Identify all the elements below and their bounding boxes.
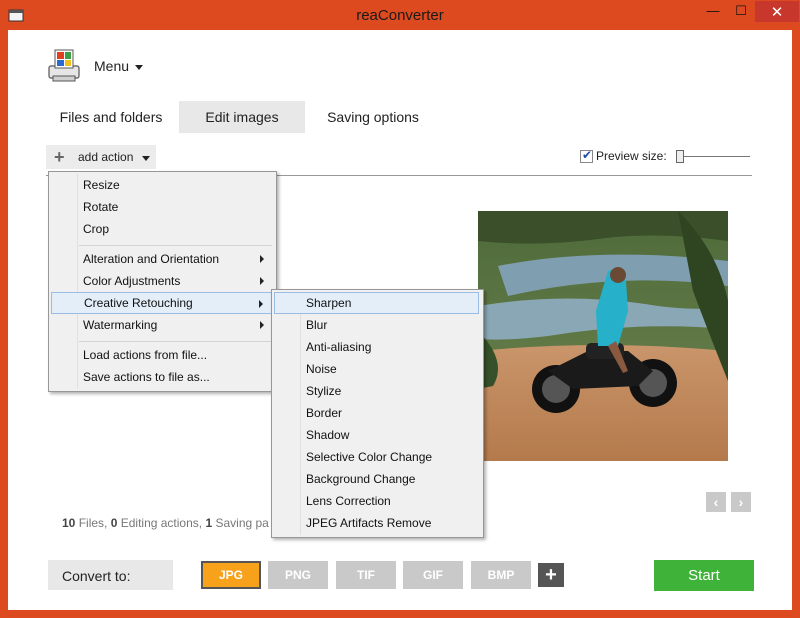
tab-edit-images[interactable]: Edit images bbox=[179, 101, 305, 133]
format-bmp-button[interactable]: BMP bbox=[471, 561, 531, 589]
submenu-item-sharpen[interactable]: Sharpen bbox=[274, 292, 479, 314]
tab-files-and-folders[interactable]: Files and folders bbox=[50, 101, 172, 133]
submenu-item-border[interactable]: Border bbox=[274, 402, 479, 424]
files-count: 10 bbox=[62, 516, 76, 530]
preview-size-checkbox[interactable]: ✔ bbox=[580, 148, 593, 163]
chevron-left-icon: ‹ bbox=[713, 494, 719, 510]
add-action-label: add action bbox=[78, 150, 134, 164]
menu-item-save-actions[interactable]: Save actions to file as... bbox=[51, 366, 272, 388]
submenu-item-noise[interactable]: Noise bbox=[274, 358, 479, 380]
submenu-item-blur[interactable]: Blur bbox=[274, 314, 479, 336]
menu-item-watermarking[interactable]: Watermarking bbox=[51, 314, 272, 336]
chevron-right-icon bbox=[260, 321, 264, 329]
format-jpg-button[interactable]: JPG bbox=[201, 561, 261, 589]
menu-item-label: Alteration and Orientation bbox=[83, 252, 220, 266]
plus-icon: + bbox=[54, 147, 65, 167]
checkmark-icon: ✔ bbox=[582, 148, 593, 162]
menu-separator bbox=[79, 341, 272, 342]
menu-item-color-adjustments[interactable]: Color Adjustments bbox=[51, 270, 272, 292]
submenu-item-lens-correction[interactable]: Lens Correction bbox=[274, 490, 479, 512]
tab-saving-options[interactable]: Saving options bbox=[311, 101, 435, 133]
menu-item-label: Watermarking bbox=[83, 318, 158, 332]
format-gif-button[interactable]: GIF bbox=[403, 561, 463, 589]
menu-label[interactable]: Menu bbox=[94, 58, 129, 74]
chevron-down-icon bbox=[135, 65, 143, 70]
maximize-button[interactable]: ☐ bbox=[727, 0, 755, 22]
minimize-icon: — bbox=[706, 3, 720, 18]
chevron-right-icon bbox=[260, 277, 264, 285]
menu-item-crop[interactable]: Crop bbox=[51, 218, 272, 240]
minimize-button[interactable]: — bbox=[699, 0, 727, 22]
menu-item-label: Creative Retouching bbox=[84, 296, 193, 310]
format-png-button[interactable]: PNG bbox=[268, 561, 328, 589]
actions-label: Editing actions, bbox=[117, 516, 206, 530]
printer-icon bbox=[48, 49, 80, 82]
format-tif-button[interactable]: TIF bbox=[336, 561, 396, 589]
menu-item-load-actions[interactable]: Load actions from file... bbox=[51, 344, 272, 366]
menu-item-label: Color Adjustments bbox=[83, 274, 181, 288]
chevron-right-icon: › bbox=[738, 494, 744, 510]
start-button[interactable]: Start bbox=[654, 560, 754, 591]
maximize-icon: ☐ bbox=[735, 3, 747, 18]
preview-size-slider[interactable] bbox=[680, 156, 750, 157]
menu-item-creative-retouching[interactable]: Creative Retouching bbox=[51, 292, 272, 314]
app-window: reaConverter — ☐ ✕ Menu Files and folder… bbox=[0, 0, 800, 618]
submenu-item-jpeg-artifacts-remove[interactable]: JPEG Artifacts Remove bbox=[274, 512, 479, 534]
status-summary: 10 Files, 0 Editing actions, 1 Saving pa bbox=[62, 516, 269, 530]
submenu-item-background-change[interactable]: Background Change bbox=[274, 468, 479, 490]
chevron-down-icon bbox=[142, 156, 150, 161]
close-icon: ✕ bbox=[770, 4, 784, 21]
preview-size-label: Preview size: bbox=[596, 149, 667, 163]
submenu-item-shadow[interactable]: Shadow bbox=[274, 424, 479, 446]
title-bar[interactable]: reaConverter — ☐ ✕ bbox=[0, 0, 800, 30]
close-button[interactable]: ✕ bbox=[755, 1, 799, 22]
submenu-item-anti-aliasing[interactable]: Anti-aliasing bbox=[274, 336, 479, 358]
add-action-button[interactable]: + add action bbox=[46, 145, 156, 169]
add-format-button[interactable]: + bbox=[538, 563, 564, 587]
files-label: Files, bbox=[75, 516, 111, 530]
submenu-item-selective-color-change[interactable]: Selective Color Change bbox=[274, 446, 479, 468]
submenu-item-stylize[interactable]: Stylize bbox=[274, 380, 479, 402]
preview-size-slider-thumb[interactable] bbox=[676, 150, 684, 163]
add-action-menu: Resize Rotate Crop Alteration and Orient… bbox=[48, 171, 277, 392]
saving-label: Saving pa bbox=[212, 516, 269, 530]
menu-separator bbox=[79, 245, 272, 246]
creative-retouching-submenu: Sharpen Blur Anti-aliasing Noise Stylize… bbox=[271, 289, 484, 538]
window-title: reaConverter bbox=[356, 7, 444, 24]
chevron-right-icon bbox=[260, 255, 264, 263]
image-preview bbox=[478, 211, 728, 461]
menu-item-alteration-orientation[interactable]: Alteration and Orientation bbox=[51, 248, 272, 270]
chevron-right-icon bbox=[259, 300, 263, 308]
convert-to-label: Convert to: bbox=[62, 568, 131, 584]
menu-item-rotate[interactable]: Rotate bbox=[51, 196, 272, 218]
next-image-button[interactable]: › bbox=[731, 492, 751, 512]
previous-image-button[interactable]: ‹ bbox=[706, 492, 726, 512]
convert-to-panel: Convert to: bbox=[48, 560, 173, 590]
menu-item-resize[interactable]: Resize bbox=[51, 174, 272, 196]
